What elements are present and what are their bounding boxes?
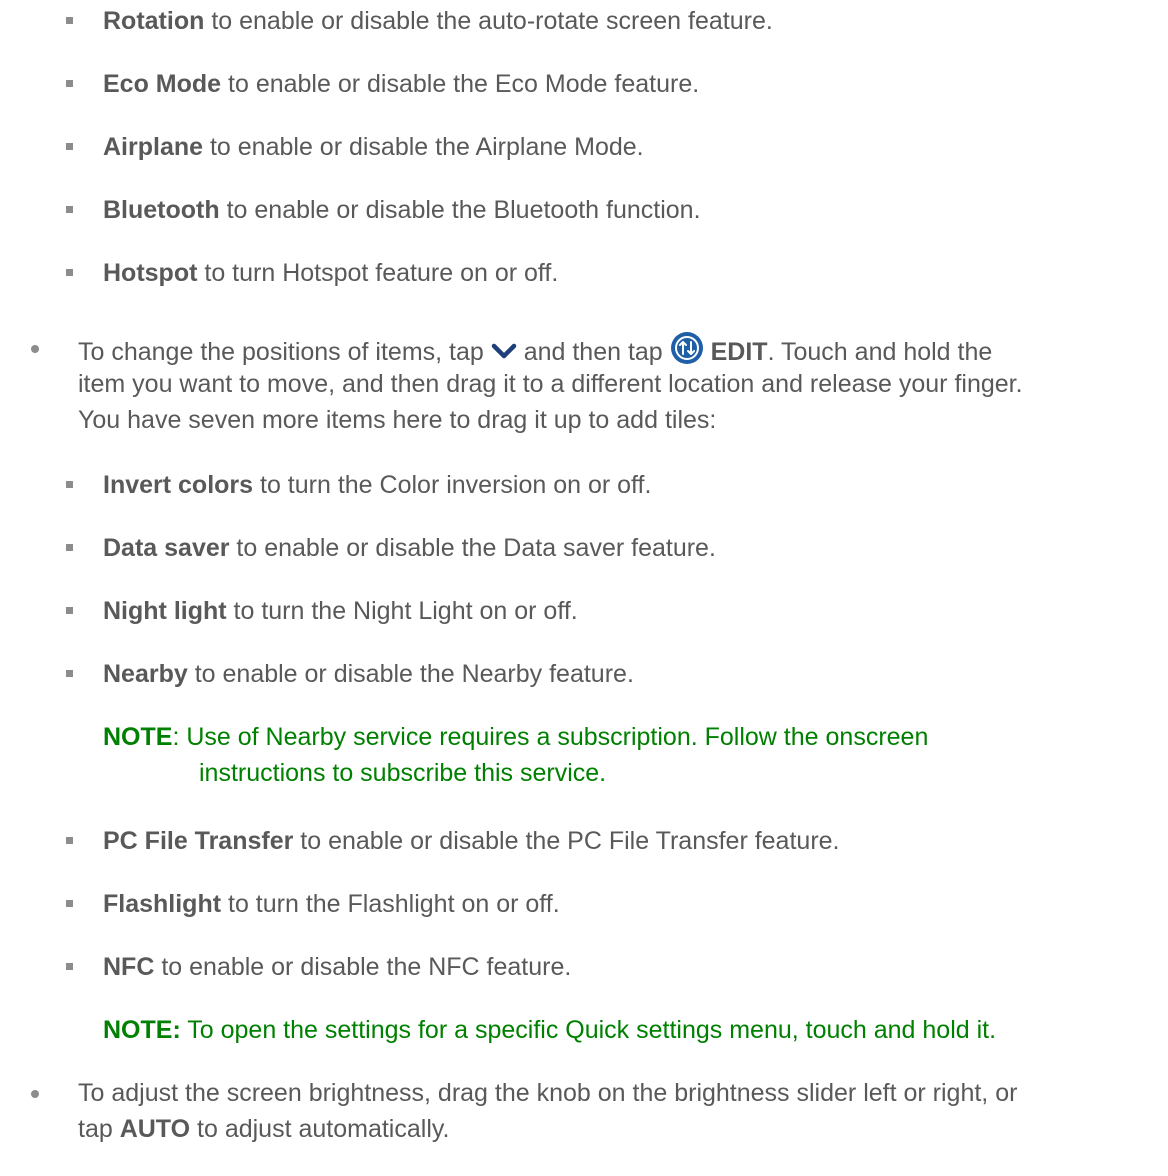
list-item: Bluetooth to enable or disable the Bluet… [103, 196, 701, 224]
list-bullet [66, 481, 73, 488]
list-bullet [66, 544, 73, 551]
list-bullet [66, 80, 73, 87]
list-bullet [66, 670, 73, 677]
list-bullet [66, 607, 73, 614]
list-bullet [66, 206, 73, 213]
list-item: Night light to turn the Night Light on o… [103, 597, 578, 625]
note-line: NOTE: To open the settings for a specifi… [103, 1016, 997, 1044]
note-line: instructions to subscribe this service. [199, 759, 607, 787]
note-line: NOTE: Use of Nearby service requires a s… [103, 723, 929, 751]
list-item: Invert colors to turn the Color inversio… [103, 471, 652, 499]
paragraph-line: To change the positions of items, tap an… [78, 331, 992, 374]
list-bullet [66, 837, 73, 844]
list-item: Flashlight to turn the Flashlight on or … [103, 890, 560, 918]
bullet-dot [31, 1090, 39, 1098]
list-item: Hotspot to turn Hotspot feature on or of… [103, 259, 559, 287]
chevron-down-icon [491, 337, 517, 367]
edit-arrows-icon [670, 331, 704, 372]
list-item: Data saver to enable or disable the Data… [103, 534, 716, 562]
list-bullet [66, 143, 73, 150]
list-bullet [66, 900, 73, 907]
list-bullet [66, 269, 73, 276]
paragraph-line: You have seven more items here to drag i… [78, 406, 717, 434]
list-item: Airplane to enable or disable the Airpla… [103, 133, 644, 161]
list-item: Rotation to enable or disable the auto-r… [103, 7, 773, 35]
list-item: NFC to enable or disable the NFC feature… [103, 953, 572, 981]
list-bullet [66, 963, 73, 970]
list-item: Nearby to enable or disable the Nearby f… [103, 660, 634, 688]
list-item: PC File Transfer to enable or disable th… [103, 827, 840, 855]
list-item: Eco Mode to enable or disable the Eco Mo… [103, 70, 700, 98]
bullet-dot [31, 345, 39, 353]
paragraph-line: To adjust the screen brightness, drag th… [78, 1079, 1018, 1107]
list-bullet [66, 17, 73, 24]
paragraph-line: item you want to move, and then drag it … [78, 370, 1023, 398]
paragraph-line: tap AUTO to adjust automatically. [78, 1115, 450, 1143]
